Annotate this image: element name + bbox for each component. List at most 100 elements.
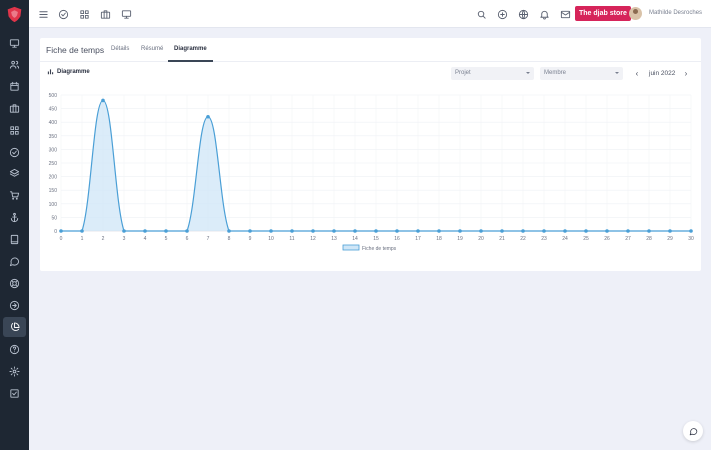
sidebar-item-calendar[interactable] bbox=[3, 76, 26, 96]
sidebar-item-arrow-right-circle[interactable] bbox=[3, 295, 26, 315]
data-point bbox=[353, 229, 357, 233]
grid-icon bbox=[79, 9, 89, 19]
sidebar-item-cart[interactable] bbox=[3, 185, 26, 205]
store-button[interactable]: The djab store bbox=[575, 6, 631, 21]
x-tick-label: 24 bbox=[562, 236, 568, 242]
y-tick-label: 500 bbox=[49, 93, 58, 99]
y-tick-label: 400 bbox=[49, 120, 58, 126]
x-tick-label: 25 bbox=[583, 236, 589, 242]
data-point bbox=[647, 229, 651, 233]
member-select-label: Membre bbox=[544, 70, 567, 76]
x-tick-label: 6 bbox=[186, 236, 189, 242]
sidebar-item-layers[interactable] bbox=[3, 163, 26, 183]
arrow-right-circle-icon bbox=[9, 300, 20, 310]
sidebar-item-anchor[interactable] bbox=[3, 207, 26, 227]
data-point bbox=[668, 229, 672, 233]
sidebar-item-users[interactable] bbox=[3, 54, 26, 74]
x-tick-label: 21 bbox=[499, 236, 505, 242]
topbar-plus-circle-button[interactable] bbox=[496, 8, 508, 20]
x-tick-label: 27 bbox=[625, 236, 631, 242]
x-tick-label: 19 bbox=[457, 236, 463, 242]
data-point bbox=[122, 229, 126, 233]
topbar-search-button[interactable] bbox=[475, 8, 487, 20]
briefcase-icon bbox=[9, 103, 20, 113]
topbar-monitor-button[interactable] bbox=[120, 8, 132, 20]
topbar-menu-button[interactable] bbox=[37, 8, 49, 20]
topbar-grid-button[interactable] bbox=[78, 8, 90, 20]
layers-icon bbox=[9, 168, 20, 177]
bell-icon bbox=[539, 10, 549, 20]
globe-icon bbox=[518, 9, 528, 19]
topbar-globe-button[interactable] bbox=[517, 8, 529, 20]
cart-icon bbox=[9, 190, 20, 200]
current-month: juin 2022 bbox=[649, 70, 676, 77]
data-point bbox=[605, 229, 609, 233]
next-month-button[interactable]: › bbox=[681, 68, 691, 79]
help-icon bbox=[9, 344, 20, 354]
avatar[interactable] bbox=[629, 7, 642, 20]
project-select-label: Projet bbox=[455, 70, 471, 76]
x-tick-label: 22 bbox=[520, 236, 526, 242]
sidebar-item-monitor[interactable] bbox=[3, 33, 26, 53]
data-point bbox=[101, 98, 105, 103]
user-name[interactable]: Mathilde Desroches bbox=[649, 10, 702, 16]
tab-summary[interactable]: Résumé bbox=[141, 46, 163, 52]
sidebar-item-pie-chart[interactable] bbox=[3, 317, 26, 337]
check-circle-icon bbox=[9, 147, 20, 157]
member-select[interactable]: Membre bbox=[540, 67, 623, 80]
sidebar-item-check-circle[interactable] bbox=[3, 142, 26, 162]
y-tick-label: 100 bbox=[49, 202, 58, 208]
prev-month-button[interactable]: ‹ bbox=[632, 68, 642, 79]
chevron-down-icon bbox=[526, 72, 530, 74]
monitor-icon bbox=[9, 38, 20, 48]
sidebar-item-book[interactable] bbox=[3, 229, 26, 249]
tab-details[interactable]: Détails bbox=[111, 46, 129, 52]
data-point bbox=[185, 229, 189, 233]
sidebar-item-help[interactable] bbox=[3, 339, 26, 359]
x-tick-label: 28 bbox=[646, 236, 652, 242]
data-point bbox=[269, 229, 273, 233]
data-point bbox=[500, 229, 504, 233]
data-point bbox=[80, 229, 84, 233]
chat-button[interactable] bbox=[683, 421, 703, 441]
x-tick-label: 20 bbox=[478, 236, 484, 242]
sidebar-item-grid[interactable] bbox=[3, 120, 26, 140]
data-point bbox=[143, 229, 147, 233]
y-tick-label: 150 bbox=[49, 188, 58, 194]
data-point bbox=[479, 229, 483, 233]
chevron-down-icon bbox=[615, 72, 619, 74]
timesheet-card: Fiche de temps Détails Résumé Diagramme … bbox=[40, 38, 701, 271]
x-tick-label: 2 bbox=[102, 236, 105, 242]
sidebar-item-check-square[interactable] bbox=[3, 383, 26, 403]
sidebar-item-settings[interactable] bbox=[3, 361, 26, 381]
y-tick-label: 350 bbox=[49, 134, 58, 140]
data-point bbox=[521, 229, 525, 233]
sidebar-item-support[interactable] bbox=[3, 273, 26, 293]
card-header: Fiche de temps Détails Résumé Diagramme bbox=[40, 38, 701, 62]
sidebar-item-chat[interactable] bbox=[3, 251, 26, 271]
x-tick-label: 3 bbox=[123, 236, 126, 242]
book-icon bbox=[10, 234, 19, 244]
topbar-briefcase-button[interactable] bbox=[99, 8, 111, 20]
topbar-mail-button[interactable] bbox=[559, 8, 571, 20]
data-point bbox=[626, 229, 630, 233]
x-tick-label: 5 bbox=[165, 236, 168, 242]
topbar-check-circle-button[interactable] bbox=[57, 8, 69, 20]
project-select[interactable]: Projet bbox=[451, 67, 534, 80]
sidebar-item-briefcase[interactable] bbox=[3, 98, 26, 118]
check-square-icon bbox=[10, 388, 19, 398]
data-point bbox=[374, 229, 378, 233]
data-point bbox=[164, 229, 168, 233]
x-tick-label: 15 bbox=[373, 236, 379, 242]
plus-circle-icon bbox=[497, 9, 507, 19]
x-tick-label: 18 bbox=[436, 236, 442, 242]
x-tick-label: 10 bbox=[268, 236, 274, 242]
section-title: Diagramme bbox=[47, 68, 90, 75]
tab-diagram[interactable]: Diagramme bbox=[174, 46, 207, 52]
x-tick-label: 12 bbox=[310, 236, 316, 242]
x-tick-label: 11 bbox=[289, 236, 294, 242]
support-icon bbox=[9, 278, 20, 288]
shield-logo-icon[interactable] bbox=[6, 6, 23, 23]
active-tab-indicator bbox=[168, 60, 213, 62]
topbar-bell-button[interactable] bbox=[538, 8, 550, 20]
